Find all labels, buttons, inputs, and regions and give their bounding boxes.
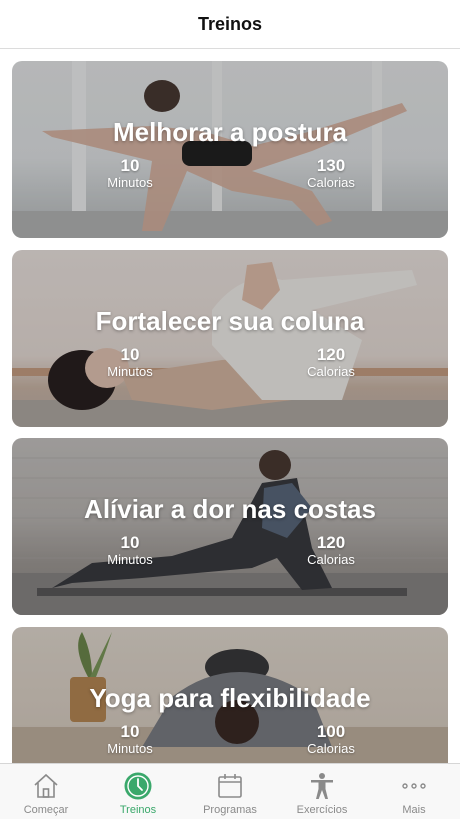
tab-label: Treinos	[119, 804, 157, 816]
tab-treinos[interactable]: Treinos	[92, 764, 184, 819]
workout-card-posture[interactable]: Melhorar a postura 10 Minutos 130 Calori…	[12, 61, 448, 238]
duration-unit: Minutos	[107, 552, 153, 567]
duration-stat: 10 Minutos	[85, 157, 175, 191]
tab-exercicios[interactable]: Exercícios	[276, 764, 368, 819]
tab-label: Exercícios	[296, 804, 348, 816]
tab-mais[interactable]: Mais	[368, 764, 460, 819]
duration-value: 10	[120, 722, 140, 741]
duration-stat: 10 Minutos	[85, 723, 175, 757]
tab-label: Começar	[23, 804, 69, 816]
workout-card-spine[interactable]: Fortalecer sua coluna 10 Minutos 120 Cal…	[12, 250, 448, 427]
duration-unit: Minutos	[107, 741, 153, 756]
bottom-tab-bar: Começar Treinos Programas Exercícios Mai…	[0, 763, 460, 819]
calories-unit: Calorias	[307, 741, 355, 756]
top-bar: Treinos	[0, 0, 460, 49]
duration-value: 10	[120, 345, 140, 364]
calories-stat: 100 Calorias	[286, 723, 376, 757]
workout-card-back-pain[interactable]: Alíviar a dor nas costas 10 Minutos 120 …	[12, 438, 448, 615]
calories-unit: Calorias	[307, 552, 355, 567]
calories-value: 120	[316, 345, 346, 364]
duration-value: 10	[120, 533, 140, 552]
calories-value: 120	[316, 533, 346, 552]
tab-comecar[interactable]: Começar	[0, 764, 92, 819]
duration-value: 10	[120, 156, 140, 175]
workout-title: Yoga para flexibilidade	[89, 683, 371, 713]
more-icon	[399, 771, 429, 801]
calendar-icon	[215, 771, 245, 801]
workout-title: Fortalecer sua coluna	[95, 306, 365, 336]
calories-stat: 120 Calorias	[286, 534, 376, 568]
calories-value: 130	[316, 156, 346, 175]
calories-value: 100	[316, 722, 346, 741]
home-icon	[31, 771, 61, 801]
calories-unit: Calorias	[307, 364, 355, 379]
tab-label: Mais	[402, 804, 426, 816]
calories-stat: 130 Calorias	[286, 157, 376, 191]
duration-stat: 10 Minutos	[85, 534, 175, 568]
tab-programas[interactable]: Programas	[184, 764, 276, 819]
tab-label: Programas	[203, 804, 257, 816]
duration-unit: Minutos	[107, 364, 153, 379]
calories-stat: 120 Calorias	[286, 346, 376, 380]
calories-unit: Calorias	[307, 175, 355, 190]
page-title: Treinos	[197, 13, 263, 34]
duration-unit: Minutos	[107, 175, 153, 190]
workout-title: Melhorar a postura	[112, 117, 348, 147]
clock-icon	[123, 771, 153, 801]
person-icon	[307, 771, 337, 801]
duration-stat: 10 Minutos	[85, 346, 175, 380]
workout-title: Alíviar a dor nas costas	[84, 494, 376, 524]
